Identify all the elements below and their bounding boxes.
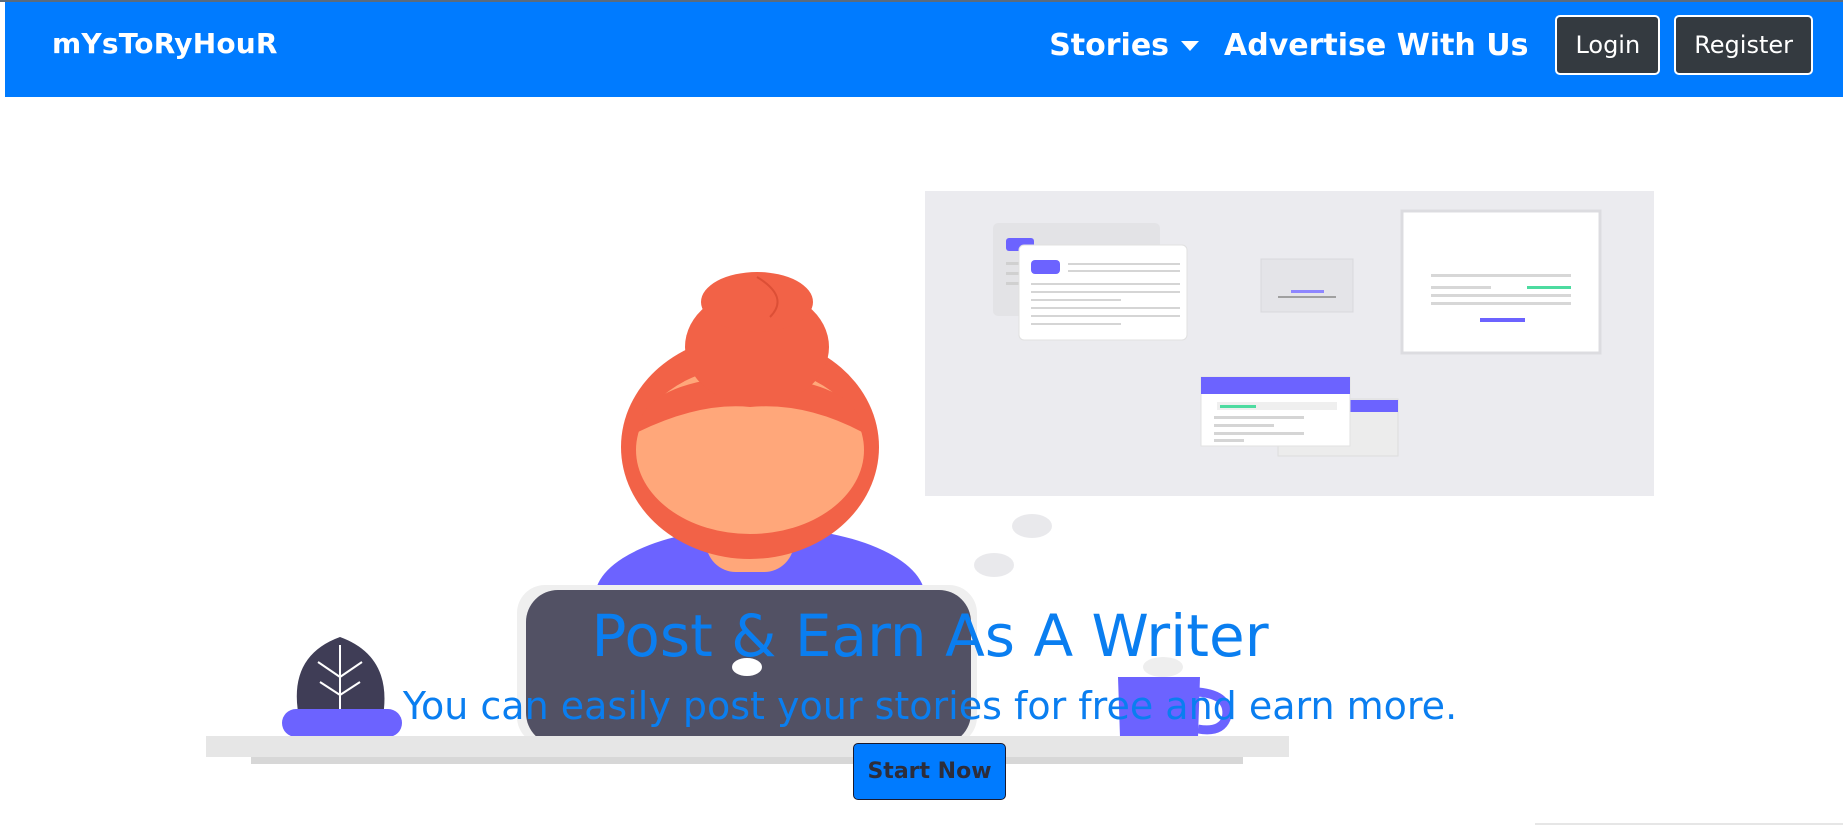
hero-headline: Post & Earn As A Writer bbox=[591, 602, 1269, 670]
caret-down-icon bbox=[1181, 41, 1200, 51]
desk-top bbox=[206, 736, 1289, 757]
hero-section: Post & Earn As A Writer You can easily p… bbox=[0, 97, 1843, 827]
advertise-link[interactable]: Advertise With Us bbox=[1224, 28, 1528, 63]
stories-dropdown[interactable]: Stories bbox=[1049, 27, 1200, 63]
stories-label: Stories bbox=[1049, 27, 1170, 63]
navbar: mYsToRyHouR Stories Advertise With Us Lo… bbox=[5, 2, 1843, 97]
register-button[interactable]: Register bbox=[1674, 15, 1813, 75]
start-now-button[interactable]: Start Now bbox=[853, 743, 1006, 800]
bottom-divider bbox=[1535, 823, 1843, 825]
hero-subline: You can easily post your stories for fre… bbox=[402, 684, 1458, 728]
login-button[interactable]: Login bbox=[1555, 15, 1661, 75]
nav-menu: Stories Advertise With Us Login Register bbox=[1049, 14, 1813, 76]
brand-logo[interactable]: mYsToRyHouR bbox=[52, 27, 278, 60]
